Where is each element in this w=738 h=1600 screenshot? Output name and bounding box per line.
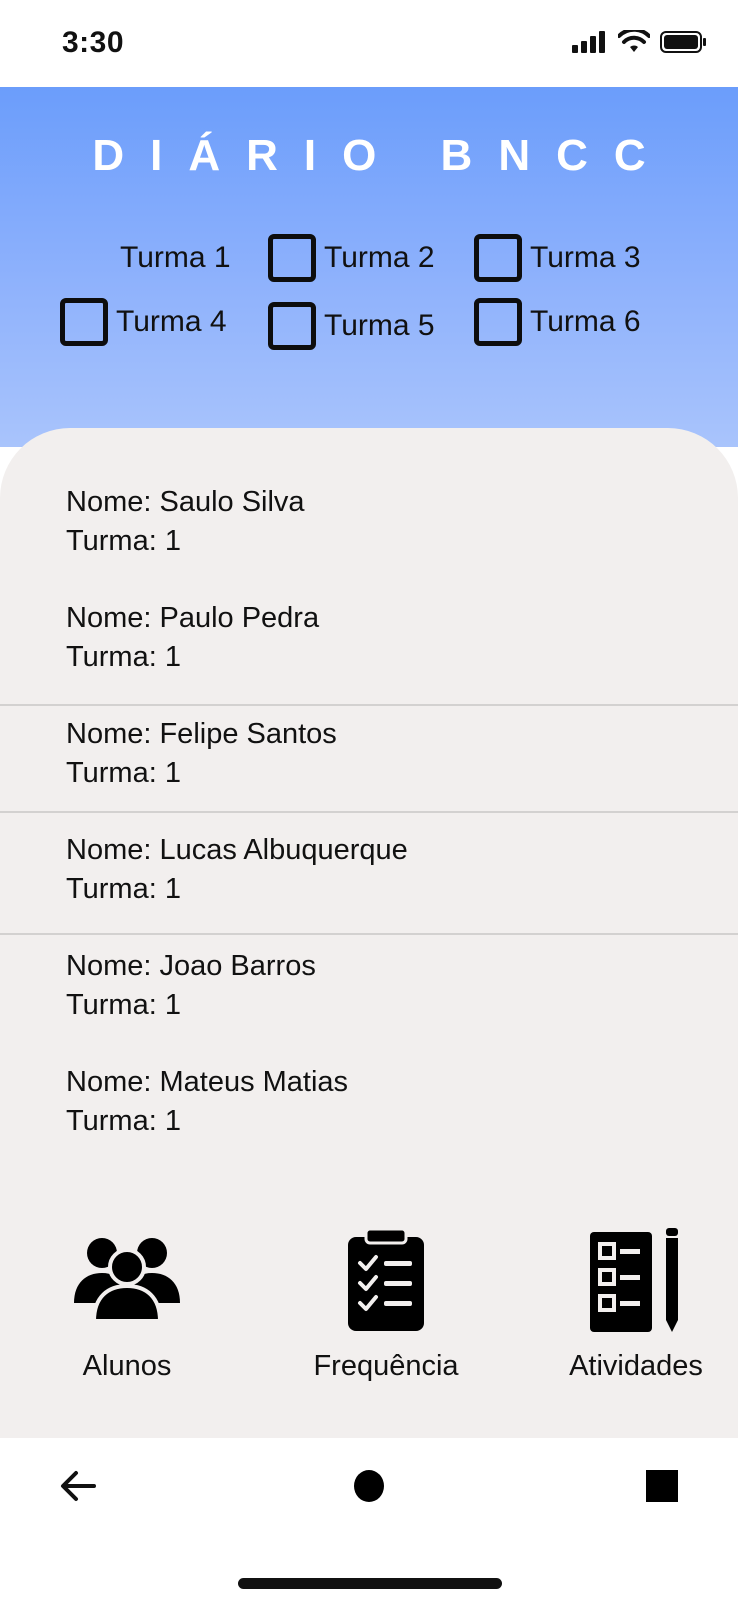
student-item[interactable]: Nome: Lucas Albuquerque Turma: 1 xyxy=(66,831,408,909)
student-name: Nome: Paulo Pedra xyxy=(66,602,320,634)
status-icons xyxy=(572,30,708,54)
student-class: Turma: 1 xyxy=(66,989,181,1021)
student-item[interactable]: Nome: Joao Barros Turma: 1 xyxy=(66,947,316,1025)
student-class: Turma: 1 xyxy=(66,641,181,673)
student-name: Nome: Lucas Albuquerque xyxy=(66,834,408,866)
nav-alunos[interactable]: Alunos xyxy=(27,1226,227,1383)
student-class: Turma: 1 xyxy=(66,873,181,905)
class-checkbox[interactable] xyxy=(268,302,316,350)
students-group-icon xyxy=(74,1238,180,1323)
app-title: DIÁRIO BNCC xyxy=(92,131,672,180)
student-item[interactable]: Nome: Saulo Silva Turma: 1 xyxy=(66,483,305,561)
class-filter-turma-6[interactable]: Turma 6 xyxy=(474,297,641,347)
class-label: Turma 3 xyxy=(530,241,641,274)
header: DIÁRIO BNCC Turma 1 Turma 2 Turma 3 Turm… xyxy=(0,87,738,447)
student-name: Nome: Joao Barros xyxy=(66,950,316,982)
system-nav-bar xyxy=(0,1438,738,1600)
class-checkbox[interactable] xyxy=(60,298,108,346)
status-bar: 3:30 xyxy=(0,0,738,87)
student-item[interactable]: Nome: Paulo Pedra Turma: 1 xyxy=(66,599,319,677)
list-divider xyxy=(0,933,738,935)
clipboard-checklist-icon xyxy=(348,1227,424,1331)
battery-icon xyxy=(660,31,706,53)
class-checkbox[interactable] xyxy=(268,234,316,282)
nav-label: Alunos xyxy=(82,1350,172,1382)
wifi-icon xyxy=(618,30,650,52)
student-name: Nome: Saulo Silva xyxy=(66,486,305,518)
class-label: Turma 1 xyxy=(120,241,231,274)
class-label: Turma 2 xyxy=(324,241,435,274)
signal-icon xyxy=(572,31,605,53)
home-circle-icon[interactable] xyxy=(353,1469,385,1503)
student-class: Turma: 1 xyxy=(66,1105,181,1137)
nav-frequencia[interactable]: Frequência xyxy=(286,1226,486,1383)
class-label: Turma 4 xyxy=(116,305,227,338)
nav-atividades[interactable]: Atividades xyxy=(536,1226,736,1383)
student-class: Turma: 1 xyxy=(66,525,181,557)
class-filter-turma-3[interactable]: Turma 3 xyxy=(474,233,641,283)
student-item[interactable]: Nome: Felipe Santos Turma: 1 xyxy=(66,715,337,793)
student-name: Nome: Mateus Matias xyxy=(66,1066,349,1098)
student-class: Turma: 1 xyxy=(66,757,181,789)
class-label: Turma 5 xyxy=(324,309,435,342)
class-filter-turma-4[interactable]: Turma 4 xyxy=(60,297,227,347)
list-divider xyxy=(0,704,738,706)
student-item[interactable]: Nome: Mateus Matias Turma: 1 xyxy=(66,1063,348,1141)
list-divider xyxy=(0,811,738,813)
class-checkbox[interactable] xyxy=(474,298,522,346)
student-name: Nome: Felipe Santos xyxy=(66,718,337,750)
class-label: Turma 6 xyxy=(530,305,641,338)
class-checkbox[interactable] xyxy=(474,234,522,282)
nav-label: Atividades xyxy=(569,1350,703,1382)
home-indicator[interactable] xyxy=(238,1578,502,1589)
status-time: 3:30 xyxy=(62,26,125,59)
back-arrow-icon[interactable] xyxy=(60,1470,96,1502)
recents-square-icon[interactable] xyxy=(646,1470,678,1502)
nav-label: Frequência xyxy=(313,1350,459,1382)
class-filter-turma-2[interactable]: Turma 2 xyxy=(268,233,435,283)
class-filter-turma-1[interactable]: Turma 1 xyxy=(120,233,231,283)
class-filter-turma-5[interactable]: Turma 5 xyxy=(268,301,435,351)
activities-list-pencil-icon xyxy=(590,1228,678,1332)
